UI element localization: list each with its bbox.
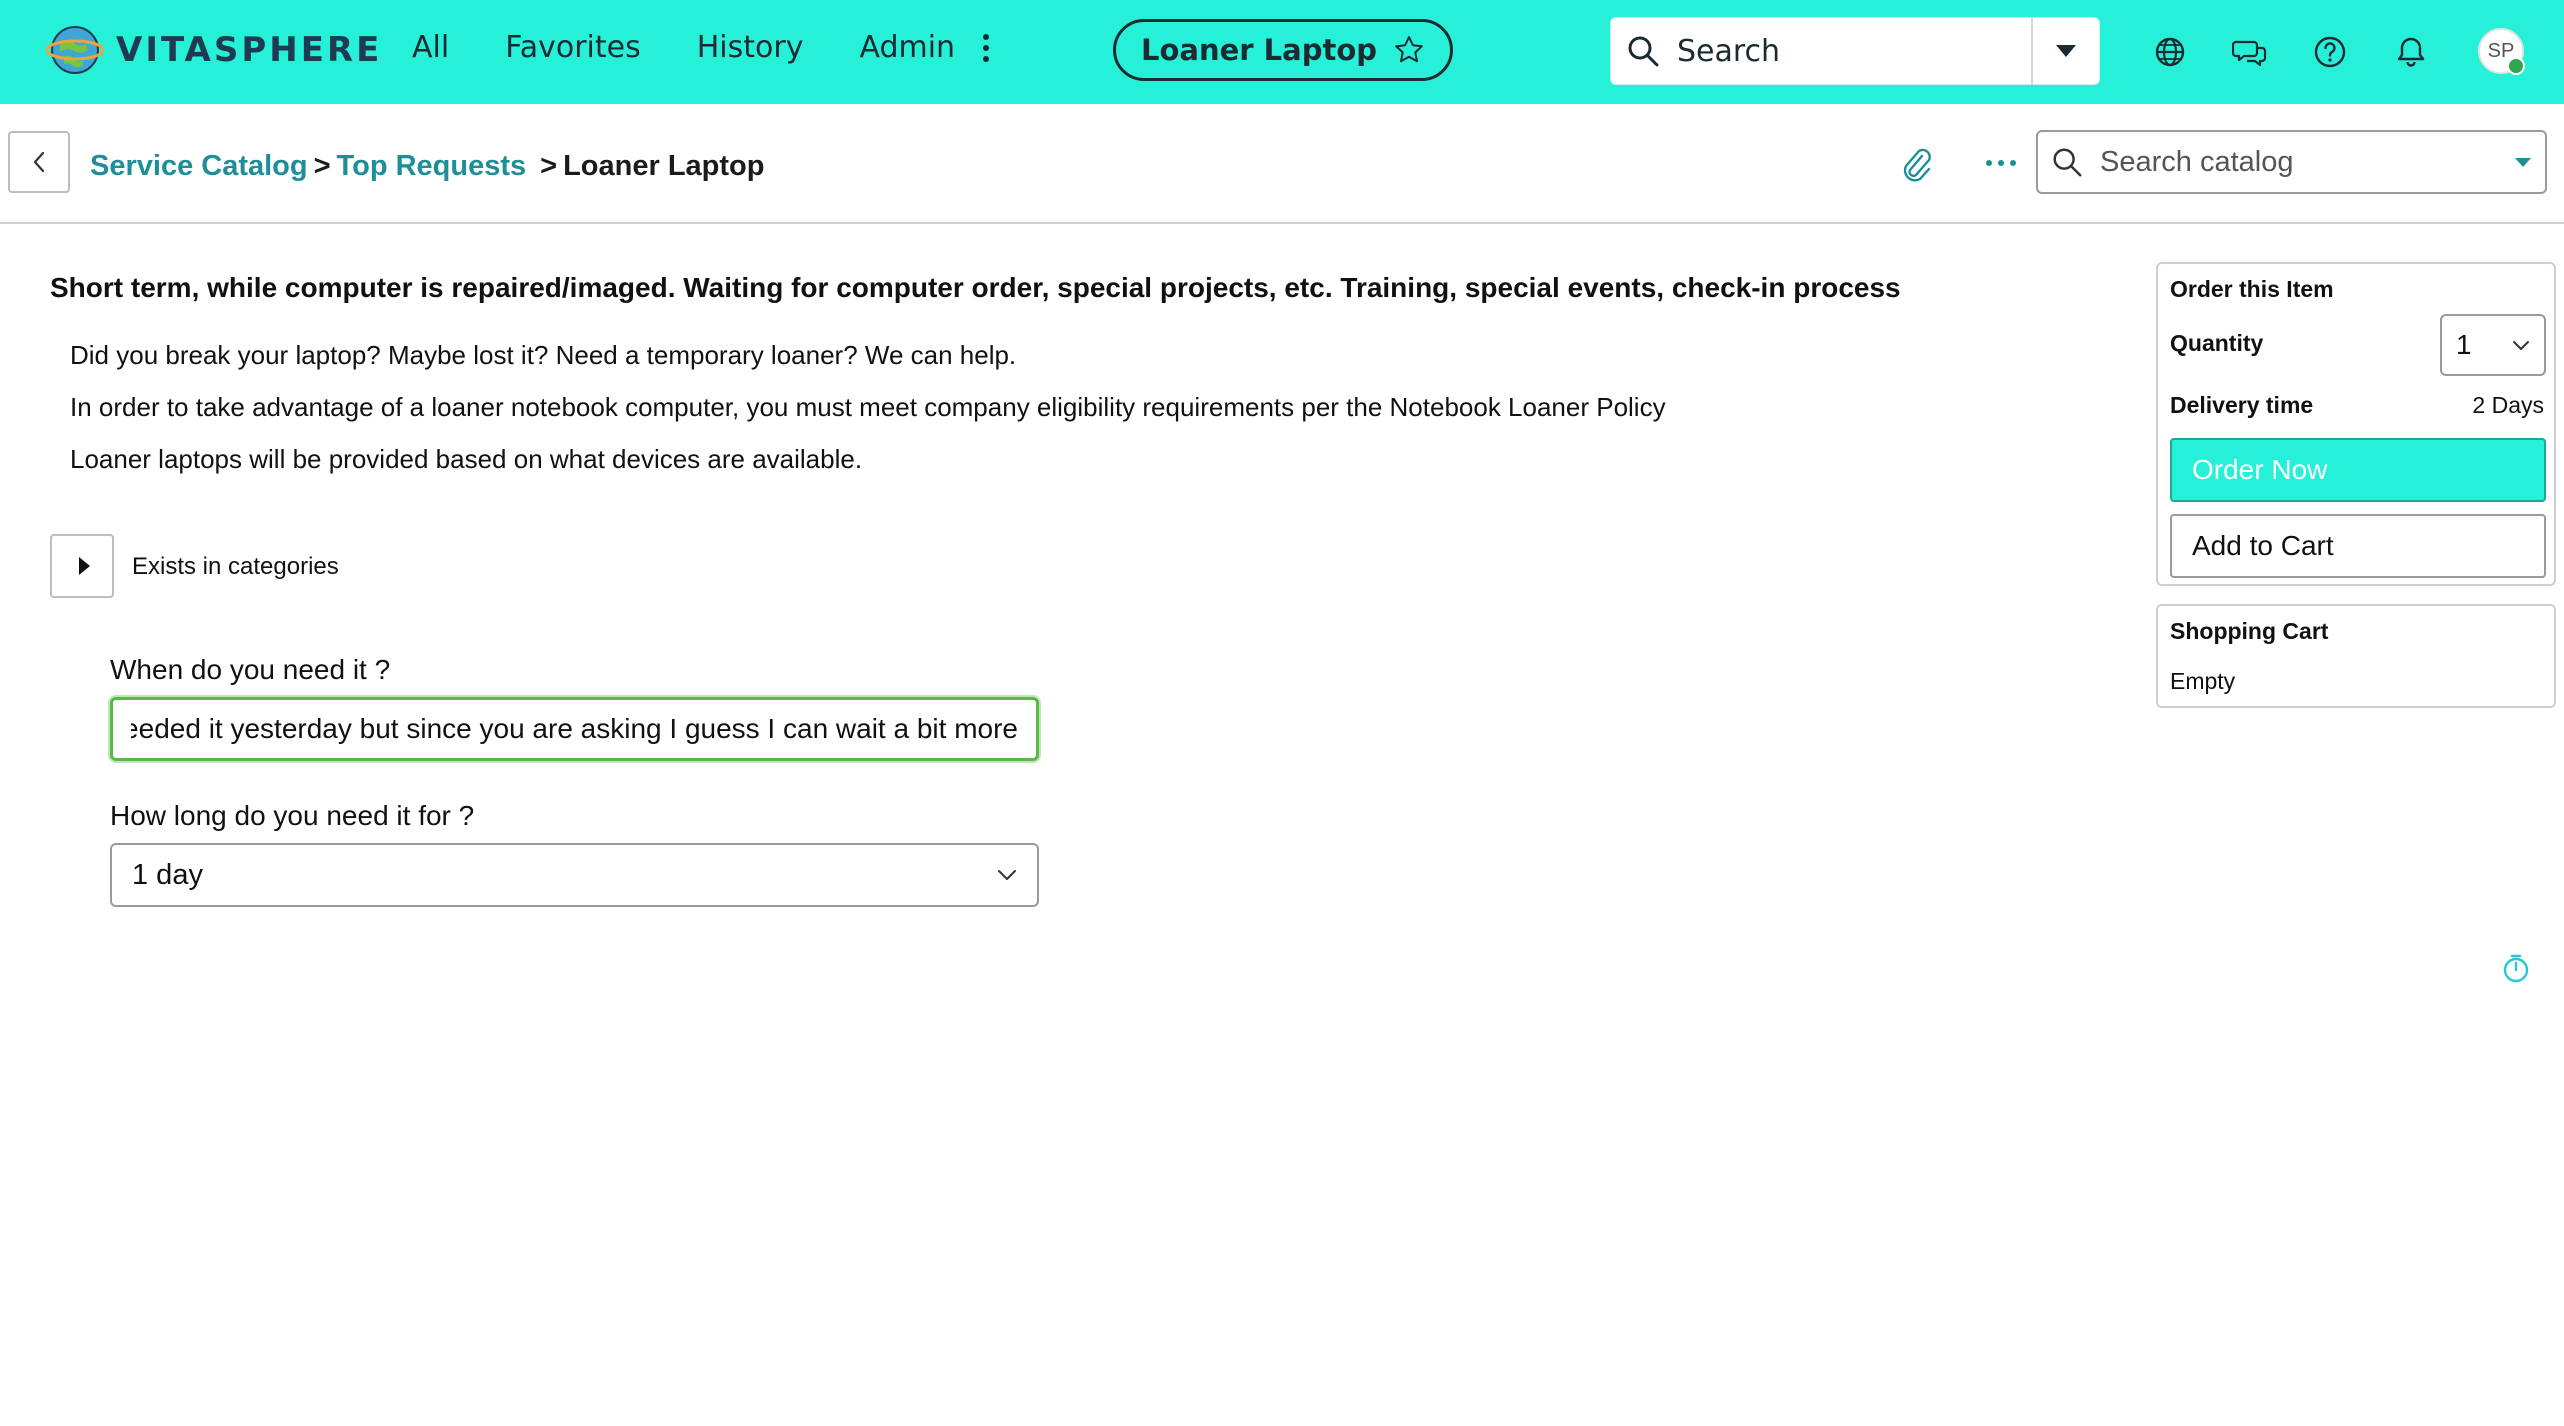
star-outline-icon[interactable] — [1393, 34, 1425, 66]
item-description-line: Did you break your laptop? Maybe lost it… — [70, 340, 1017, 370]
current-item-title: Loaner Laptop — [1140, 33, 1378, 67]
timer-icon[interactable] — [2500, 952, 2532, 984]
categories-expand-button[interactable] — [50, 534, 114, 598]
nav-all[interactable]: All — [412, 30, 449, 65]
caret-down-icon — [2056, 45, 2076, 57]
nav-favorites[interactable]: Favorites — [505, 30, 641, 65]
avatar[interactable]: SP — [2478, 28, 2525, 75]
breadcrumb-separator: > — [540, 150, 558, 182]
more-options-icon[interactable] — [1986, 160, 2016, 172]
item-description-line: In order to take advantage of a loaner n… — [70, 392, 1666, 422]
back-button[interactable] — [8, 131, 70, 193]
global-search-input[interactable]: Search — [1677, 34, 2031, 69]
breadcrumb: Service Catalog > Top Requests > Loaner … — [90, 150, 764, 183]
caret-right-icon — [78, 557, 90, 575]
global-search[interactable]: Search — [1610, 17, 2100, 85]
chevron-left-icon — [33, 151, 45, 173]
top-navigation-bar: VITASPHERE All Favorites History Admin L… — [0, 0, 2564, 104]
add-to-cart-button[interactable]: Add to Cart — [2170, 514, 2546, 578]
chevron-down-icon — [2513, 340, 2529, 350]
bell-icon[interactable] — [2393, 34, 2429, 70]
when-field-input[interactable] — [110, 697, 1039, 761]
breadcrumb-service-catalog[interactable]: Service Catalog — [90, 150, 308, 183]
catalog-search[interactable] — [2036, 130, 2547, 194]
breadcrumb-current: Loaner Laptop — [563, 150, 765, 182]
quantity-label: Quantity — [2170, 330, 2264, 356]
order-panel-title: Order this Item — [2170, 276, 2334, 302]
shopping-cart-title: Shopping Cart — [2170, 618, 2329, 644]
search-scope-dropdown[interactable] — [2033, 17, 2099, 85]
order-panel: Order this Item Quantity 1 Delivery time… — [2156, 262, 2556, 586]
catalog-search-input[interactable] — [2098, 144, 2515, 180]
chat-icon[interactable] — [2232, 34, 2268, 70]
page-header: Service Catalog > Top Requests > Loaner … — [0, 104, 2564, 224]
brand-name: VITASPHERE — [116, 30, 383, 70]
online-status-dot — [2507, 57, 2525, 75]
how-long-field-label: How long do you need it for ? — [110, 800, 475, 831]
vertical-dots-icon[interactable] — [978, 34, 994, 74]
breadcrumb-separator: > — [313, 150, 331, 182]
search-icon — [1628, 36, 1659, 67]
brand-logo[interactable]: VITASPHERE — [46, 22, 396, 78]
nav-admin[interactable]: Admin — [859, 30, 955, 65]
main-nav-links: All Favorites History Admin — [412, 30, 1011, 65]
globe-icon[interactable] — [2152, 34, 2188, 70]
item-headline: Short term, while computer is repaired/i… — [50, 272, 1901, 303]
globe-logo-icon — [46, 26, 104, 74]
when-field-label: When do you need it ? — [110, 654, 391, 685]
how-long-selected-value: 1 day — [132, 858, 203, 891]
nav-history[interactable]: History — [697, 30, 804, 65]
breadcrumb-top-requests[interactable]: Top Requests — [337, 150, 527, 183]
quantity-select[interactable]: 1 — [2440, 314, 2546, 376]
caret-down-icon[interactable] — [2515, 157, 2531, 167]
shopping-cart-status: Empty — [2170, 668, 2236, 694]
how-long-select[interactable]: 1 day — [110, 843, 1039, 907]
order-now-button[interactable]: Order Now — [2170, 438, 2546, 502]
delivery-time-label: Delivery time — [2170, 392, 2314, 418]
current-item-pill[interactable]: Loaner Laptop — [1113, 19, 1453, 81]
item-description-line: Loaner laptops will be provided based on… — [70, 444, 863, 474]
help-icon[interactable] — [2312, 34, 2348, 70]
paperclip-icon[interactable] — [1898, 146, 1934, 184]
quantity-value: 1 — [2456, 329, 2472, 360]
search-icon — [2053, 148, 2082, 177]
delivery-time-value: 2 Days — [2472, 392, 2544, 418]
categories-label: Exists in categories — [132, 553, 339, 580]
shopping-cart-panel: Shopping Cart Empty — [2156, 604, 2556, 708]
chevron-down-icon — [998, 870, 1016, 880]
